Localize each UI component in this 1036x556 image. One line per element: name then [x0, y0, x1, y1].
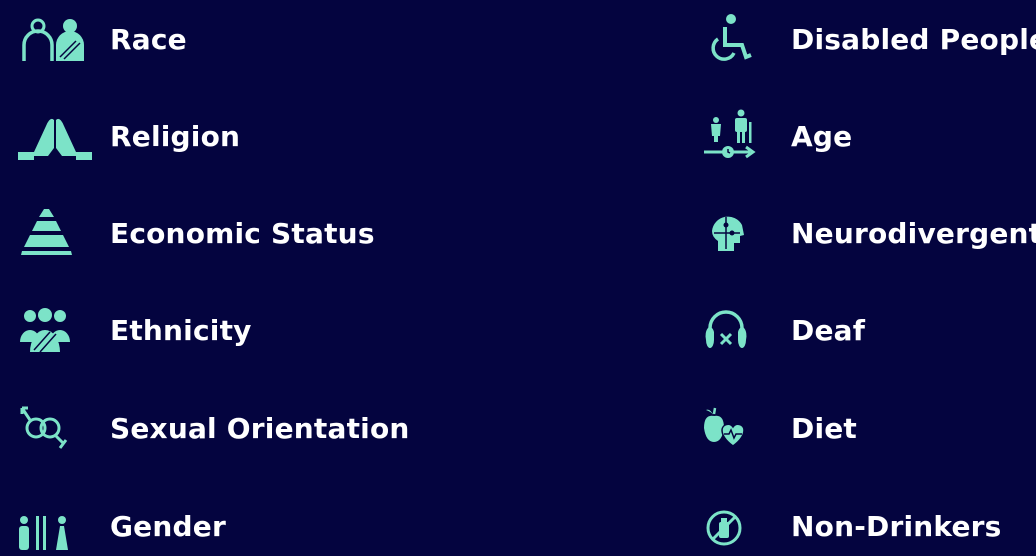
neurodivergent-label: Neurodivergent [791, 216, 1036, 250]
list-item-age: Age [700, 106, 852, 166]
pyramid-icon [16, 205, 94, 261]
gender-symbols-icon [16, 400, 94, 456]
list-item-gender: Gender [16, 496, 226, 556]
list-item-non-drinkers: Non-Drinkers [700, 496, 1002, 556]
ethnicity-label: Ethnicity [110, 313, 252, 347]
age-timeline-icon [700, 108, 760, 164]
non-drinkers-label: Non-Drinkers [791, 509, 1002, 543]
diet-label: Diet [791, 411, 858, 445]
puzzle-head-icon [700, 205, 760, 261]
list-item-diet: Diet [700, 398, 857, 458]
deaf-label: Deaf [791, 313, 866, 347]
no-bottle-icon [700, 498, 760, 554]
race-icon [16, 11, 94, 67]
list-item-ethnicity: Ethnicity [16, 300, 252, 360]
list-item-disabled-people: Disabled People [700, 9, 1036, 69]
wheelchair-icon [700, 11, 760, 67]
list-item-race: Race [16, 9, 187, 69]
list-item-religion: Religion [16, 106, 240, 166]
sexual-orientation-label: Sexual Orientation [110, 411, 410, 445]
people-group-icon [16, 302, 94, 358]
apple-heart-icon [700, 400, 760, 456]
age-label: Age [791, 119, 853, 153]
list-item-sexual-orientation: Sexual Orientation [16, 398, 410, 458]
gender-figures-icon [16, 498, 94, 554]
economic-status-label: Economic Status [110, 216, 375, 250]
list-item-neurodivergent: Neurodivergent [700, 203, 1036, 263]
religion-label: Religion [110, 119, 241, 153]
list-item-economic-status: Economic Status [16, 203, 375, 263]
list-item-deaf: Deaf [700, 300, 865, 360]
gender-label: Gender [110, 509, 226, 543]
deaf-headphones-icon [700, 302, 760, 358]
race-label: Race [110, 22, 187, 56]
disabled-people-label: Disabled People [791, 22, 1036, 56]
praying-hands-icon [16, 108, 94, 164]
